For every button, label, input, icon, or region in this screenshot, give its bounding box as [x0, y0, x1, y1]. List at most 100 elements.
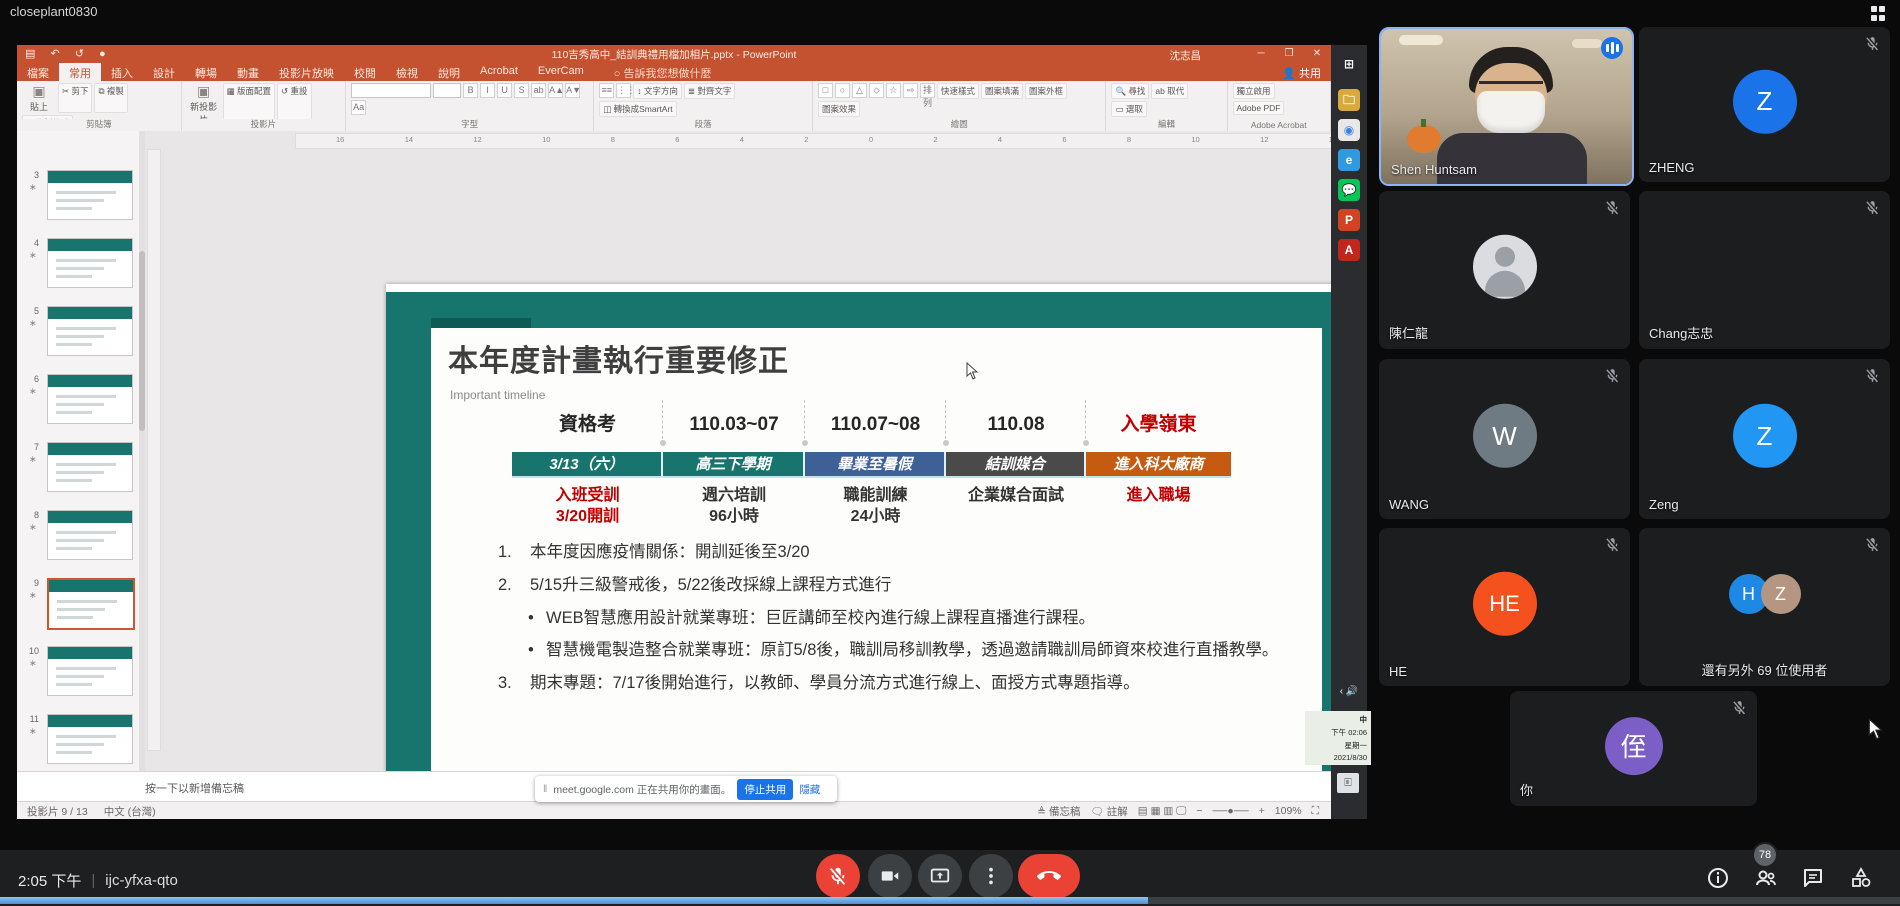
activities-button[interactable] — [1849, 866, 1873, 890]
ribbon-button-貼上[interactable]: ▣貼上 — [22, 83, 56, 113]
tab-設計[interactable]: 設計 — [143, 63, 185, 81]
ribbon-button-▭-選取[interactable]: ▭ 選取 — [1111, 101, 1146, 117]
participant-tile-WANG[interactable]: WWANG — [1379, 359, 1630, 519]
taskbar-app-edge[interactable]: e — [1338, 149, 1360, 171]
hide-banner-button[interactable]: 隱藏 — [799, 782, 820, 797]
ribbon-button-ab-取代[interactable]: ab 取代 — [1151, 83, 1188, 99]
present-button[interactable] — [918, 854, 962, 898]
tab-檔案[interactable]: 檔案 — [17, 63, 59, 81]
tab-校閱[interactable]: 校閱 — [344, 63, 386, 81]
slide-thumbnail-4[interactable] — [47, 238, 133, 288]
ribbon-button-≡≡[interactable]: ≡≡ — [599, 83, 614, 98]
ribbon-button-圖案外框[interactable]: 圖案外框 — [1025, 83, 1067, 99]
tab-插入[interactable]: 插入 — [101, 63, 143, 81]
notification-icon[interactable]: 🗉 — [1337, 773, 1359, 793]
ribbon-button-圖案效果[interactable]: 圖案效果 — [818, 101, 860, 117]
tiles-grid-icon[interactable] — [1871, 6, 1886, 21]
taskbar-app-powerpoint[interactable]: P — [1338, 209, 1360, 231]
stop-sharing-button[interactable]: 停止共用 — [737, 779, 793, 800]
tab-說明[interactable]: 說明 — [428, 63, 470, 81]
ppt-restore-button[interactable]: ❐ — [1275, 45, 1303, 63]
ribbon-button-△[interactable]: △ — [852, 83, 867, 98]
ribbon-button-A▲[interactable]: A▲ — [548, 83, 563, 98]
ribbon-button-☆[interactable]: ☆ — [886, 83, 901, 98]
ribbon-button-Aa[interactable]: Aa — [351, 100, 366, 115]
zoom-slider[interactable]: ──●── — [1213, 805, 1249, 817]
ribbon-button-□[interactable]: □ — [818, 83, 833, 98]
ppt-minimize-button[interactable]: ─ — [1247, 45, 1275, 63]
ribbon-button-獨立啟用[interactable]: 獨立啟用 — [1233, 83, 1275, 99]
slide-thumbnail-11[interactable] — [47, 714, 133, 764]
participant-tile-還有另外 69 位使用者[interactable]: HZ還有另外 69 位使用者 — [1639, 528, 1890, 686]
system-tray-icons[interactable]: ‹ 🔊 — [1338, 681, 1360, 703]
mic-toggle-button[interactable] — [816, 854, 860, 898]
leave-call-button[interactable] — [1018, 854, 1080, 898]
tab-投影片放映[interactable]: 投影片放映 — [269, 63, 344, 81]
ribbon-button-新投影片[interactable]: ▣新投影片 — [187, 83, 221, 119]
ribbon-button-◫-轉換成SmartArt[interactable]: ◫ 轉換成SmartArt — [599, 101, 676, 117]
ppt-account-name[interactable]: 沈志昌 — [1170, 48, 1202, 63]
ribbon-button-快速樣式[interactable]: 快速樣式 — [937, 83, 979, 99]
tab-檢視[interactable]: 檢視 — [386, 63, 428, 81]
bottom-scrollbar[interactable] — [0, 897, 1900, 904]
tab-轉場[interactable]: 轉場 — [185, 63, 227, 81]
tab-常用[interactable]: 常用 — [59, 63, 101, 81]
ribbon-button-⋮⋮[interactable]: ⋮⋮ — [616, 83, 631, 98]
participant-tile-Shen Huntsam[interactable]: Shen Huntsam — [1379, 27, 1634, 186]
participant-tile-你[interactable]: 侄你 — [1510, 691, 1757, 806]
ribbon-button-▦-版面配置[interactable]: ▦ 版面配置 — [223, 83, 275, 119]
slide-thumbnail-6[interactable] — [47, 374, 133, 424]
slide-9[interactable]: 本年度計畫執行重要修正 Important timeline 資格考3/13（六… — [386, 284, 1331, 819]
tab-EverCam[interactable]: EverCam — [528, 63, 594, 81]
participant-tile-HE[interactable]: HEHE — [1379, 528, 1630, 686]
ribbon-button-ab[interactable]: ab — [531, 83, 546, 98]
view-buttons[interactable]: ▤ ▦ ▥ 🖵 — [1138, 805, 1187, 818]
ribbon-button-S[interactable]: S — [514, 83, 529, 98]
taskbar-app-folder[interactable]: 🗀 — [1338, 89, 1360, 111]
taskbar-app-acrobat[interactable]: A — [1338, 239, 1360, 261]
ime-indicator[interactable]: 中 — [1309, 714, 1367, 727]
taskbar-app-chrome[interactable]: ◉ — [1338, 119, 1360, 141]
taskbar-app-line[interactable]: 💬 — [1338, 179, 1360, 201]
slide-thumbnail-10[interactable] — [47, 646, 133, 696]
meeting-details-button[interactable] — [1706, 866, 1730, 890]
zoom-level[interactable]: 109% — [1275, 805, 1302, 817]
ribbon-button-⬦[interactable]: ⬦ — [869, 83, 884, 98]
ppt-close-button[interactable]: ✕ — [1303, 45, 1331, 63]
fit-slide-button[interactable]: ⛶ — [1312, 805, 1319, 818]
slide-thumbnail-7[interactable] — [47, 442, 133, 492]
slide-thumbnail-8[interactable] — [47, 510, 133, 560]
ribbon-button-圖案填滿[interactable]: 圖案填滿 — [981, 83, 1023, 99]
participant-tile-Chang志忠[interactable]: Chang志忠 — [1639, 191, 1890, 349]
ribbon-button-Adobe-PDF[interactable]: Adobe PDF — [1233, 101, 1285, 115]
language-indicator[interactable]: 中文 (台灣) — [88, 804, 156, 819]
ribbon-button-I[interactable]: I — [480, 83, 495, 98]
ribbon-button-✂-剪下[interactable]: ✂ 剪下 — [58, 83, 92, 113]
chat-button[interactable] — [1801, 866, 1825, 890]
tab-Acrobat[interactable]: Acrobat — [470, 63, 528, 81]
font-size-dropdown[interactable] — [433, 83, 461, 98]
windows-start-icon[interactable]: ⊞ — [1338, 53, 1360, 75]
notes-toggle[interactable]: ≜ 備忘稿 — [1037, 804, 1080, 819]
ribbon-button-🔍-尋找[interactable]: 🔍 尋找 — [1111, 83, 1149, 99]
show-people-button[interactable] — [1754, 866, 1778, 890]
taskbar-clock[interactable]: 中 下午 02:06 星期一 2021/8/30 — [1305, 711, 1371, 765]
slide-thumbnail-3[interactable] — [47, 170, 133, 220]
slide-thumbnail-panel[interactable]: 3∗4∗5∗6∗7∗8∗9∗10∗11∗12∗ — [17, 131, 145, 771]
tab-動畫[interactable]: 動畫 — [227, 63, 269, 81]
slide-thumbnail-9[interactable] — [47, 578, 135, 630]
participant-tile-陳仁龍[interactable]: 陳仁龍 — [1379, 191, 1630, 349]
tell-me-search[interactable]: ○ 告訴我您想做什麼 — [604, 63, 722, 81]
ribbon-button-○[interactable]: ○ — [835, 83, 850, 98]
slide-thumbnail-5[interactable] — [47, 306, 133, 356]
ribbon-button-B[interactable]: B — [463, 83, 478, 98]
more-options-button[interactable] — [969, 854, 1013, 898]
ribbon-button-⧉-複製[interactable]: ⧉ 複製 — [94, 83, 127, 113]
ppt-share-button[interactable]: 👤 共用 — [1282, 65, 1321, 81]
camera-toggle-button[interactable] — [868, 854, 912, 898]
ribbon-button-≣-對齊文字[interactable]: ≣ 對齊文字 — [684, 83, 735, 99]
zoom-out-button[interactable]: − — [1196, 805, 1202, 817]
ribbon-button-↺-重設[interactable]: ↺ 重設 — [277, 83, 311, 119]
comments-toggle[interactable]: 🗨 註解 — [1091, 804, 1128, 819]
participant-tile-ZHENG[interactable]: ZZHENG — [1639, 27, 1890, 182]
